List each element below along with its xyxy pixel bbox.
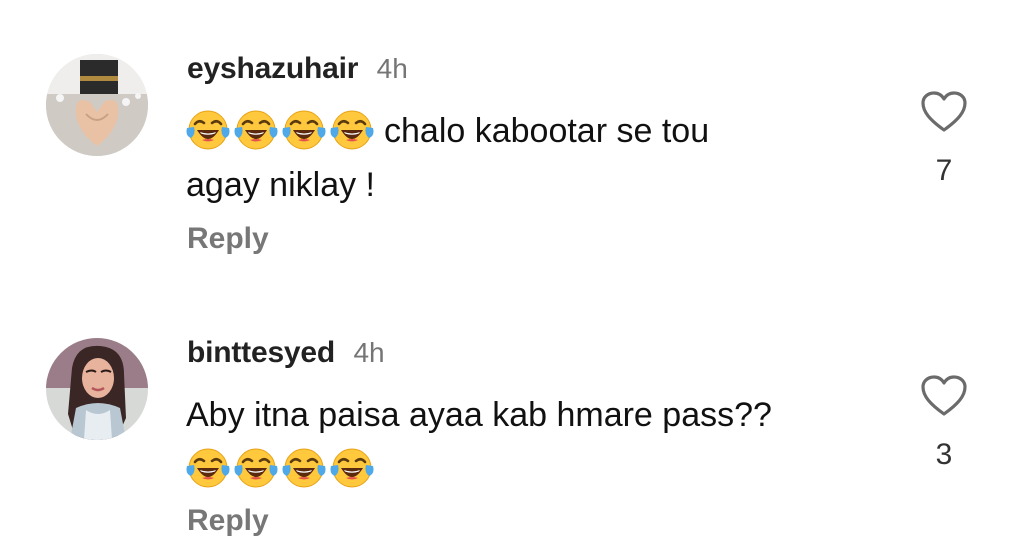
timestamp: 4h [353,337,385,368]
face-with-tears-of-joy-icon [330,108,374,152]
username[interactable]: binttesyed [187,336,335,369]
like-group: 3 [918,374,970,472]
timestamp: 4h [376,53,408,84]
face-with-tears-of-joy-icon [234,446,278,490]
face-with-tears-of-joy-icon [330,446,374,490]
heart-icon[interactable] [920,90,968,134]
emoji-group [186,108,374,152]
username[interactable]: eyshazuhair [187,52,358,85]
heart-icon[interactable] [920,374,968,418]
comment-text-line: agay niklay ! [186,166,375,204]
avatar[interactable] [46,338,148,440]
like-group: 7 [918,90,970,188]
comment-text-line: chalo kabootar se tou [384,112,710,150]
face-with-tears-of-joy-icon [282,446,326,490]
comment-header: binttesyed 4h [187,336,385,370]
face-with-tears-of-joy-icon [234,108,278,152]
comment-item: binttesyed 4h Aby itna paisa ayaa kab hm… [0,282,1024,558]
comment-text: Aby itna paisa ayaa kab hmare pass?? [186,388,886,496]
like-count: 3 [935,438,953,471]
avatar[interactable] [46,54,148,156]
comment-text-line: Aby itna paisa ayaa kab hmare pass?? [186,396,772,434]
face-with-tears-of-joy-icon [186,446,230,490]
comment-text: chalo kabootar se tou agay niklay ! [186,104,886,212]
reply-button[interactable]: Reply [187,222,269,256]
reply-button[interactable]: Reply [187,504,269,538]
face-with-tears-of-joy-icon [282,108,326,152]
comment-item: eyshazuhair 4h chalo kabootar se tou aga… [0,0,1024,280]
face-with-tears-of-joy-icon [186,108,230,152]
emoji-group [186,446,374,490]
like-count: 7 [935,154,953,187]
comment-header: eyshazuhair 4h [187,52,408,86]
